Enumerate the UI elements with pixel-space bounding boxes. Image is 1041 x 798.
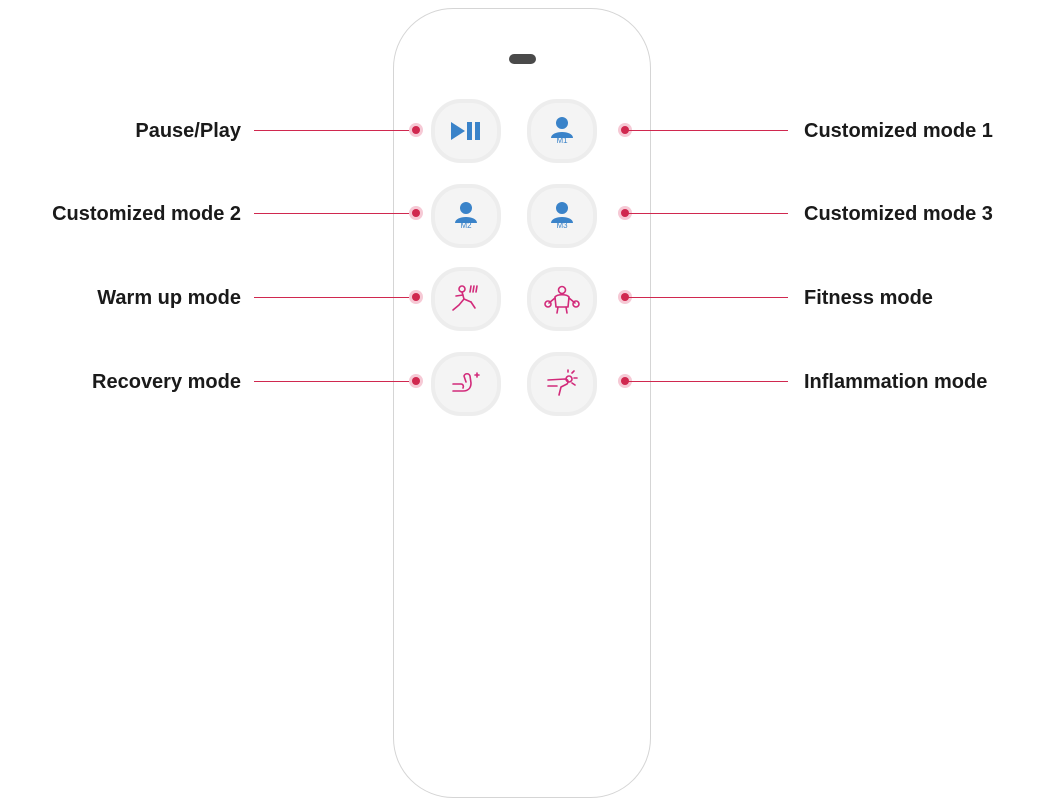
callout-dot xyxy=(412,209,420,217)
label-pause-play: Pause/Play xyxy=(135,120,241,142)
play-pause-icon xyxy=(449,120,483,142)
mode-label-m2: M2 xyxy=(460,221,472,230)
callout-line xyxy=(625,297,788,298)
pause-play-button[interactable] xyxy=(431,99,501,163)
callout-dot xyxy=(412,126,420,134)
label-inflammation: Inflammation mode xyxy=(804,371,988,393)
label-custom-mode-2: Customized mode 2 xyxy=(52,203,241,225)
label-custom-mode-1: Customized mode 1 xyxy=(804,120,993,142)
user-icon xyxy=(549,201,575,223)
user-icon xyxy=(549,116,575,138)
callout-line xyxy=(625,381,788,382)
label-custom-mode-3: Customized mode 3 xyxy=(804,203,993,225)
weightlifting-icon xyxy=(543,283,581,315)
label-recovery: Recovery mode xyxy=(92,371,241,393)
custom-mode-2-button[interactable]: M2 xyxy=(431,184,501,248)
callout-dot xyxy=(412,377,420,385)
indicator-light xyxy=(509,54,536,64)
sore-arm-icon xyxy=(545,369,579,399)
label-fitness: Fitness mode xyxy=(804,287,933,309)
callout-dot xyxy=(412,293,420,301)
warm-up-mode-button[interactable] xyxy=(431,267,501,331)
callout-line xyxy=(254,130,416,131)
label-warm-up: Warm up mode xyxy=(97,287,241,309)
callout-line xyxy=(254,297,416,298)
recovery-mode-button[interactable] xyxy=(431,352,501,416)
user-icon xyxy=(453,201,479,223)
callout-line xyxy=(254,213,416,214)
mode-label-m3: M3 xyxy=(556,221,568,230)
callout-line xyxy=(625,213,788,214)
custom-mode-3-button[interactable]: M3 xyxy=(527,184,597,248)
inflammation-mode-button[interactable] xyxy=(527,352,597,416)
mode-label-m1: M1 xyxy=(556,136,568,145)
callout-line xyxy=(625,130,788,131)
stretching-person-icon xyxy=(449,283,483,315)
remote-control: M1 M2 M3 xyxy=(393,8,651,798)
fitness-mode-button[interactable] xyxy=(527,267,597,331)
flexed-arm-icon xyxy=(449,369,483,399)
custom-mode-1-button[interactable]: M1 xyxy=(527,99,597,163)
callout-line xyxy=(254,381,416,382)
